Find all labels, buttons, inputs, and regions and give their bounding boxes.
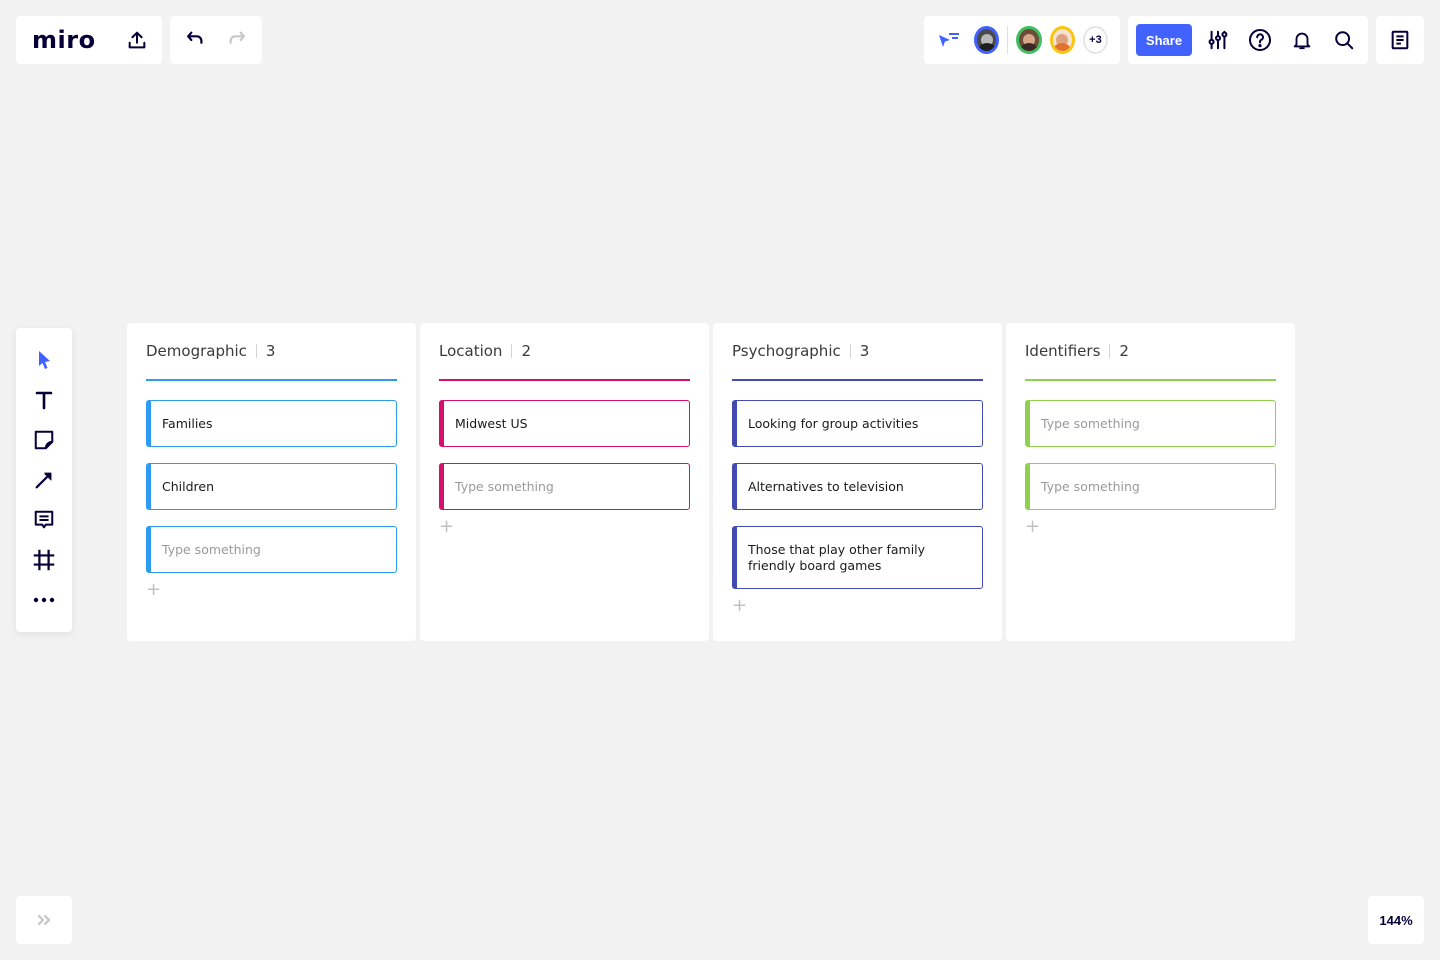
card[interactable]: Children [146,463,397,510]
tool-select[interactable] [24,340,64,380]
add-card-button[interactable]: + [732,597,747,615]
sticky-note-icon [34,430,54,450]
column-divider-line [732,379,983,381]
expand-panel [16,896,72,944]
column-psychographic: Psychographic 3 Looking for group activiti… [713,323,1002,641]
collaborators-panel: +3 [924,16,1120,64]
divider [511,344,513,358]
frame-icon [33,549,55,571]
zoom-level-button[interactable]: 144% [1368,896,1424,944]
card[interactable]: Those that play other family friendly bo… [732,526,983,589]
divider [1007,26,1009,54]
card[interactable]: Looking for group activities [732,400,983,447]
history-panel [170,16,262,64]
avatar-user-1[interactable] [974,26,1000,54]
avatar-user-3[interactable] [1049,26,1075,54]
column-title[interactable]: Demographic [146,342,247,360]
follow-cursor-button[interactable] [936,29,962,51]
column-divider-line [146,379,397,381]
divider [1109,344,1111,358]
tool-connection-line[interactable] [24,460,64,500]
text-icon [35,391,53,410]
column-count: 2 [1119,342,1129,360]
document-icon [1391,30,1409,50]
notifications-button[interactable] [1286,24,1318,56]
divider [255,344,257,358]
column-header: Psychographic 3 [732,323,983,379]
cursor-icon [39,351,50,369]
upload-icon [128,31,145,49]
add-card-button[interactable]: + [1025,518,1040,536]
column-count: 2 [521,342,531,360]
arrow-icon [35,472,52,489]
cursor-follow-icon [939,33,959,47]
card[interactable]: Midwest US [439,400,690,447]
card[interactable]: Families [146,400,397,447]
chevrons-right-icon [37,914,51,926]
tool-more[interactable] [24,580,64,620]
column-title[interactable]: Identifiers [1025,342,1100,360]
settings-button[interactable] [1202,24,1234,56]
export-button[interactable] [126,29,148,51]
miro-logo[interactable]: miro [32,28,96,52]
logo-panel: miro [16,16,162,64]
column-title[interactable]: Location [439,342,502,360]
column-divider-line [1025,379,1276,381]
card-input-placeholder[interactable]: Type something [439,463,690,510]
more-icon [33,597,55,603]
notes-panel [1376,16,1424,64]
card[interactable]: Alternatives to television [732,463,983,510]
column-header: Identifiers 2 [1025,323,1276,379]
column-count: 3 [859,342,870,360]
undo-icon [187,31,203,44]
redo-button[interactable] [226,29,248,51]
column-count: 3 [265,342,276,360]
column-location: Location 2 Midwest US Type something + [420,323,709,641]
tool-sticky-note[interactable] [24,420,64,460]
column-title[interactable]: Psychographic [732,342,841,360]
avatar-user-2[interactable] [1016,26,1042,54]
help-icon [1249,29,1271,51]
card-input-placeholder[interactable]: Type something [1025,463,1276,510]
tool-text[interactable] [24,380,64,420]
column-demographic: Demographic 3 Families Children Type somethi… [127,323,416,641]
sliders-icon [1208,30,1228,50]
divider [849,344,851,358]
undo-button[interactable] [184,29,206,51]
add-card-button[interactable]: + [439,518,454,536]
column-header: Demographic 3 [146,323,397,379]
redo-icon [229,31,245,44]
actions-panel: Share [1128,16,1368,64]
column-identifiers: Identifiers 2 Type something Type something… [1006,323,1295,641]
help-button[interactable] [1244,24,1276,56]
column-divider-line [439,379,690,381]
bell-icon [1293,32,1311,50]
tool-frame[interactable] [24,540,64,580]
card-input-placeholder[interactable]: Type something [1025,400,1276,447]
column-header: Location 2 [439,323,690,379]
card-input-placeholder[interactable]: Type something [146,526,397,573]
add-card-button[interactable]: + [146,581,161,599]
search-icon [1335,31,1354,50]
notes-button[interactable] [1389,29,1411,51]
search-button[interactable] [1328,24,1360,56]
left-toolbar [16,328,72,632]
expand-sidebar-button[interactable] [37,914,51,926]
more-collaborators-badge[interactable]: +3 [1082,26,1108,54]
share-button[interactable]: Share [1136,24,1192,56]
comment-icon [34,510,54,529]
tool-comment[interactable] [24,500,64,540]
